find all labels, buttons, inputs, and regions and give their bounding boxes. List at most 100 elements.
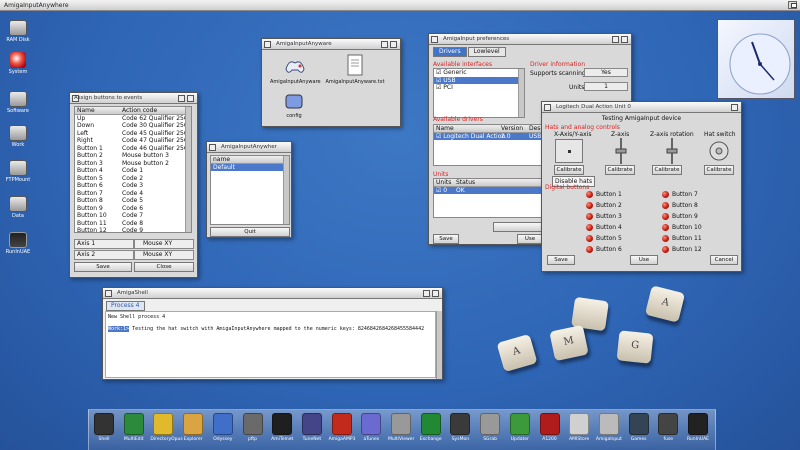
dock-item[interactable]: Explorer	[180, 413, 206, 442]
xy-axis-pad	[555, 139, 583, 163]
cancel-button[interactable]: Cancel	[710, 255, 738, 265]
tab-drivers[interactable]: Drivers	[433, 47, 467, 57]
profile-item-default[interactable]: Default	[211, 163, 289, 171]
screen-depth-gadget[interactable]	[788, 1, 797, 9]
depth-gadget[interactable]	[187, 95, 194, 102]
table-row[interactable]: Button 2 Mouse button 3	[75, 152, 191, 160]
table-row[interactable]: Button 7 Code 4	[75, 190, 191, 198]
list-scrollbar[interactable]	[283, 156, 289, 224]
table-row[interactable]: Button 5 Code 2	[75, 175, 191, 183]
table-row[interactable]: Button 11 Code 8	[75, 220, 191, 228]
desktop-icon-system[interactable]: System	[0, 52, 36, 75]
dock-item[interactable]: AmigaInput	[596, 413, 622, 442]
dock-item[interactable]: AMIStore	[566, 413, 592, 442]
icon-amigainputanyware-txt[interactable]: AmigaInputAnyware.txt	[322, 53, 388, 85]
close-gadget[interactable]	[105, 290, 112, 297]
save-button[interactable]: Save	[74, 262, 132, 272]
interfaces-list[interactable]: ☑ Generic ☑ USB ☑ PCI	[433, 68, 525, 118]
drive-icon	[9, 125, 27, 141]
depth-gadget[interactable]	[621, 36, 628, 43]
table-row[interactable]: Button 12 Code 9	[75, 227, 191, 235]
dock-item[interactable]: DirectoryOpus	[150, 413, 183, 442]
depth-gadget[interactable]	[390, 41, 397, 48]
dock-item[interactable]: TuneNet	[299, 413, 325, 442]
table-row[interactable]: Down Code 30 Qualifier 256	[75, 122, 191, 130]
dock-item[interactable]: MultiEdit	[121, 413, 147, 442]
save-button[interactable]: Save	[433, 234, 459, 244]
table-row[interactable]: Button 8 Code 5	[75, 197, 191, 205]
close-gadget[interactable]	[264, 41, 271, 48]
table-row[interactable]: Right Code 47 Qualifier 256	[75, 137, 191, 145]
table-row[interactable]: Button 1 Code 46 Qualifier 256	[75, 145, 191, 153]
desktop-icon-runinuae[interactable]: RunInUAE	[0, 232, 36, 255]
depth-gadget[interactable]	[432, 290, 439, 297]
dock-item[interactable]: AmigaAMP3	[329, 413, 355, 442]
depth-gadget[interactable]	[731, 104, 738, 111]
table-row[interactable]: Button 6 Code 3	[75, 182, 191, 190]
tab-lowlevel[interactable]: Lowlevel	[467, 47, 506, 57]
prefs-tabs: Drivers Lowlevel	[433, 47, 506, 57]
shell-output[interactable]: New Shell process 4 Work:1> Testing the …	[105, 311, 436, 378]
table-row[interactable]: Button 4 Code 1	[75, 167, 191, 175]
interface-usb[interactable]: ☑ USB	[434, 76, 524, 84]
close-gadget[interactable]	[544, 104, 551, 111]
dock-item[interactable]: fuse	[655, 413, 681, 442]
button-led-icon	[662, 224, 669, 231]
dock-item[interactable]: Games	[626, 413, 652, 442]
units-value: 1	[584, 82, 628, 91]
desktop-icon-data[interactable]: Data	[0, 196, 36, 219]
desktop-icon-ram-disk[interactable]: RAM Disk	[0, 20, 36, 43]
interface-pci[interactable]: ☑ PCI	[434, 84, 524, 92]
app-icon	[94, 413, 114, 435]
dock-item[interactable]: Odyssey	[210, 413, 236, 442]
dock-item[interactable]: Shell	[91, 413, 117, 442]
zoom-gadget[interactable]	[381, 41, 388, 48]
list-scrollbar[interactable]	[185, 107, 191, 232]
calibrate-xy-button[interactable]: Calibrate	[554, 165, 584, 175]
app-icon	[123, 413, 144, 435]
zoom-gadget[interactable]	[423, 290, 430, 297]
table-row[interactable]: Left Code 45 Qualifier 256	[75, 130, 191, 138]
use-button[interactable]: Use	[630, 255, 658, 265]
dock-item[interactable]: RunInUAE	[685, 413, 711, 442]
calibrate-hat-button[interactable]: Calibrate	[704, 165, 734, 175]
desktop-icon-software[interactable]: Software	[0, 91, 36, 114]
desktop-icon-work[interactable]: Work	[0, 125, 36, 148]
desktop-icon-ftpmount[interactable]: FTPMount	[0, 160, 36, 183]
dock-item[interactable]: AmiTelnet	[269, 413, 295, 442]
icon-config[interactable]: config	[280, 91, 308, 119]
interface-generic[interactable]: ☑ Generic	[434, 69, 524, 77]
zoom-gadget[interactable]	[612, 36, 619, 43]
close-gadget[interactable]	[209, 144, 216, 151]
dock-item[interactable]: MultiViewer	[388, 413, 414, 442]
use-button[interactable]: Use	[517, 234, 543, 244]
table-row[interactable]: Button 9 Code 6	[75, 205, 191, 213]
profile-list[interactable]: name Default	[210, 155, 290, 225]
dock-item[interactable]: aTunes	[358, 413, 384, 442]
zoom-gadget[interactable]	[178, 95, 185, 102]
tab-process-4[interactable]: Process 4	[106, 301, 145, 311]
table-row[interactable]: Up Code 62 Qualifier 256	[75, 115, 191, 123]
dock-item[interactable]: SysMon	[447, 413, 473, 442]
axis-1-select[interactable]: Mouse XY	[134, 239, 194, 249]
table-row[interactable]: Button 3 Mouse button 2	[75, 160, 191, 168]
dock-item[interactable]: Updater	[507, 413, 533, 442]
table-row[interactable]: Button 10 Code 7	[75, 212, 191, 220]
axis-2-select[interactable]: Mouse XY	[134, 250, 194, 260]
dock-item[interactable]: Exchange	[418, 413, 444, 442]
dock-item[interactable]: A1200	[537, 413, 563, 442]
axis-1-row: Axis 1 Mouse XY	[74, 239, 194, 249]
quit-button[interactable]: Quit	[210, 227, 290, 237]
shell-scrollbar[interactable]	[436, 311, 442, 379]
save-button[interactable]: Save	[547, 255, 575, 265]
list-scrollbar[interactable]	[518, 69, 524, 117]
close-button[interactable]: Close	[134, 262, 194, 272]
calibrate-z-button[interactable]: Calibrate	[605, 165, 635, 175]
icon-amigainputanyware[interactable]: AmigaInputAnyware	[270, 55, 321, 85]
dock-item[interactable]: SGrab	[477, 413, 503, 442]
dock-item[interactable]: pftp	[240, 413, 266, 442]
button-mapping-list[interactable]: Name Action code Up Code 62 Qualifier 256…	[74, 106, 192, 235]
calibrate-zrot-button[interactable]: Calibrate	[652, 165, 682, 175]
close-gadget[interactable]	[431, 36, 438, 43]
screen-title-bar: AmigaInputAnywhere	[0, 0, 800, 11]
